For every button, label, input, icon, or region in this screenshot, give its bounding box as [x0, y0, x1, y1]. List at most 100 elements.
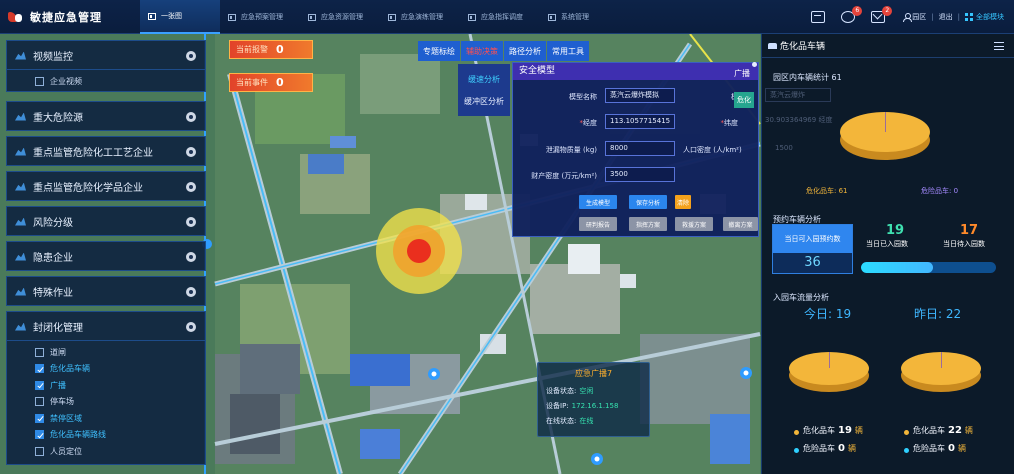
current-alarm-box[interactable]: 当前报警 0 — [229, 40, 313, 59]
today-legend-chemical: 危化品车 19 辆 — [803, 425, 863, 436]
legend-dot-chemical — [794, 430, 799, 435]
gear-icon[interactable] — [186, 182, 196, 192]
list-item[interactable]: 危化品车辆 — [35, 361, 205, 378]
checkbox[interactable] — [35, 397, 44, 407]
video-sub-list: 企业视频 — [6, 70, 206, 92]
top-bar: 敏捷应急管理 一张图 应急预案管理 应急资源管理 应急演练管理 应急指挥调度 系… — [0, 0, 1014, 34]
tool-path-analysis[interactable]: 路径分析 — [504, 41, 546, 61]
save-analysis-button[interactable]: 保存分析 — [629, 195, 667, 209]
device-online-row: 在线状态: 在线 — [546, 417, 594, 425]
mail-badge: 2 — [882, 6, 893, 16]
list-item[interactable]: 人员定位 — [35, 443, 205, 460]
layer-icon — [15, 146, 26, 157]
evacuation-plan-button[interactable]: 撤离方案 — [723, 217, 758, 231]
submenu-item-analysis[interactable]: 缓速分析 — [458, 68, 510, 90]
today-flow: 今日: 19 — [804, 307, 852, 321]
chemical-toggle-button[interactable]: 危化 — [734, 92, 754, 108]
document-icon — [388, 13, 396, 21]
command-plan-button[interactable]: 指挥方案 — [629, 217, 667, 231]
nav-item-plan-management[interactable]: 应急预案管理 — [220, 0, 300, 34]
nav-item-resource-management[interactable]: 应急资源管理 — [300, 0, 380, 34]
user-icon — [903, 13, 913, 22]
today-flow-pie[interactable] — [789, 352, 869, 392]
list-item[interactable]: 停车场 — [35, 394, 205, 411]
gear-icon[interactable] — [186, 252, 196, 262]
gear-icon[interactable] — [186, 147, 196, 157]
tool-decision-support[interactable]: 辅助决策 — [461, 41, 503, 61]
model-name-select[interactable]: 蒸汽云爆炸模拟 — [605, 88, 675, 103]
section-key-process-enterprises[interactable]: 重点监管危险化工工艺企业 — [6, 136, 206, 166]
broadcast-label: 广播 — [734, 69, 750, 78]
logo-icon — [8, 10, 24, 24]
checkbox[interactable] — [35, 380, 44, 390]
list-item[interactable]: 企业视频 — [35, 73, 205, 90]
checkbox[interactable] — [35, 430, 44, 440]
today-legend-dangerous: 危险品车 0 辆 — [803, 443, 856, 454]
list-item[interactable]: 道闸 — [35, 344, 205, 361]
nav-item-drill-management[interactable]: 应急演练管理 — [380, 0, 460, 34]
in-park-vehicle-count: 园区内车辆统计 61 — [773, 73, 842, 82]
submenu-item-buffer-analysis[interactable]: 缓冲区分析 — [458, 90, 510, 112]
list-item[interactable]: 危化品车辆路线 — [35, 427, 205, 444]
list-item[interactable]: 广播 — [35, 377, 205, 394]
section-hazard-enterprises[interactable]: 隐患企业 — [6, 241, 206, 271]
user-menu[interactable]: 园区 | 退出 | 全部模块 — [903, 12, 1004, 22]
yesterday-flow-pie[interactable] — [901, 352, 981, 392]
broadcast-dot-icon — [752, 62, 757, 67]
judgment-report-button[interactable]: 研判报告 — [579, 217, 617, 231]
section-special-operations[interactable]: 特殊作业 — [6, 276, 206, 306]
logout-link[interactable]: 退出 — [939, 12, 953, 22]
rescue-plan-button[interactable]: 救援方案 — [675, 217, 713, 231]
leak-mass-input[interactable]: 8000 — [605, 141, 675, 156]
ghost-value: 1500 — [775, 144, 793, 152]
gear-icon[interactable] — [186, 287, 196, 297]
gear-icon[interactable] — [186, 112, 196, 122]
calendar-icon[interactable] — [811, 11, 826, 23]
latitude-label: *纬度 — [720, 119, 739, 127]
booked-count-value: 36 — [804, 255, 821, 270]
section-risk-grading[interactable]: 风险分级 — [6, 206, 206, 236]
menu-icon[interactable] — [994, 42, 1004, 50]
longitude-input[interactable]: 113.1057715415 — [605, 114, 675, 129]
checkbox[interactable] — [35, 413, 44, 423]
yesterday-legend-chemical: 危化品车 22 辆 — [913, 425, 973, 436]
mail-icon[interactable]: 2 — [871, 6, 893, 23]
generate-model-button[interactable]: 生成模型 — [579, 195, 617, 209]
all-modules-link[interactable]: 全部模块 — [976, 12, 1004, 22]
main-nav: 一张图 应急预案管理 应急资源管理 应急演练管理 应急指挥调度 系统管理 — [140, 0, 620, 34]
separator: | — [957, 13, 960, 21]
tool-common-tools[interactable]: 常用工具 — [547, 41, 589, 61]
nav-item-overview-map[interactable]: 一张图 — [140, 0, 220, 34]
nav-item-system-management[interactable]: 系统管理 — [540, 0, 620, 34]
clear-button[interactable]: 清除 — [675, 195, 691, 209]
app-title: 敏捷应急管理 — [30, 11, 102, 24]
section-major-hazard[interactable]: 重大危险源 — [6, 101, 206, 131]
list-item[interactable]: 禁停区域 — [35, 410, 205, 427]
section-closed-management[interactable]: 封闭化管理 — [6, 311, 206, 341]
flow-analysis-label: 入园车流量分析 — [773, 293, 829, 302]
yesterday-legend-dangerous: 危险品车 0 辆 — [913, 443, 966, 454]
checkbox[interactable] — [35, 347, 44, 357]
message-badge: 6 — [852, 6, 863, 16]
checkbox[interactable] — [35, 76, 44, 86]
tool-thematic-plotting[interactable]: 专题标绘 — [418, 41, 460, 61]
document-icon — [548, 13, 556, 21]
section-key-chemical-enterprises[interactable]: 重点监管危险化学品企业 — [6, 171, 206, 201]
document-icon — [468, 13, 476, 21]
grid-icon — [148, 12, 156, 20]
gear-icon[interactable] — [186, 217, 196, 227]
checkbox[interactable] — [35, 446, 44, 456]
layer-icon — [15, 286, 26, 297]
current-event-box[interactable]: 当前事件 0 — [229, 73, 313, 92]
user-name: 园区 — [912, 13, 927, 21]
gear-icon[interactable] — [186, 51, 196, 61]
modules-grid-icon — [965, 13, 973, 21]
message-icon[interactable]: 6 — [841, 6, 863, 23]
in-park-vehicle-pie[interactable] — [840, 112, 930, 160]
gear-icon[interactable] — [186, 322, 196, 332]
property-density-input[interactable]: 3500 — [605, 167, 675, 182]
nav-item-command-dispatch[interactable]: 应急指挥调度 — [460, 0, 540, 34]
yesterday-flow: 昨日: 22 — [914, 307, 962, 321]
section-video-monitoring[interactable]: 视频监控 — [6, 40, 206, 70]
checkbox[interactable] — [35, 364, 44, 374]
